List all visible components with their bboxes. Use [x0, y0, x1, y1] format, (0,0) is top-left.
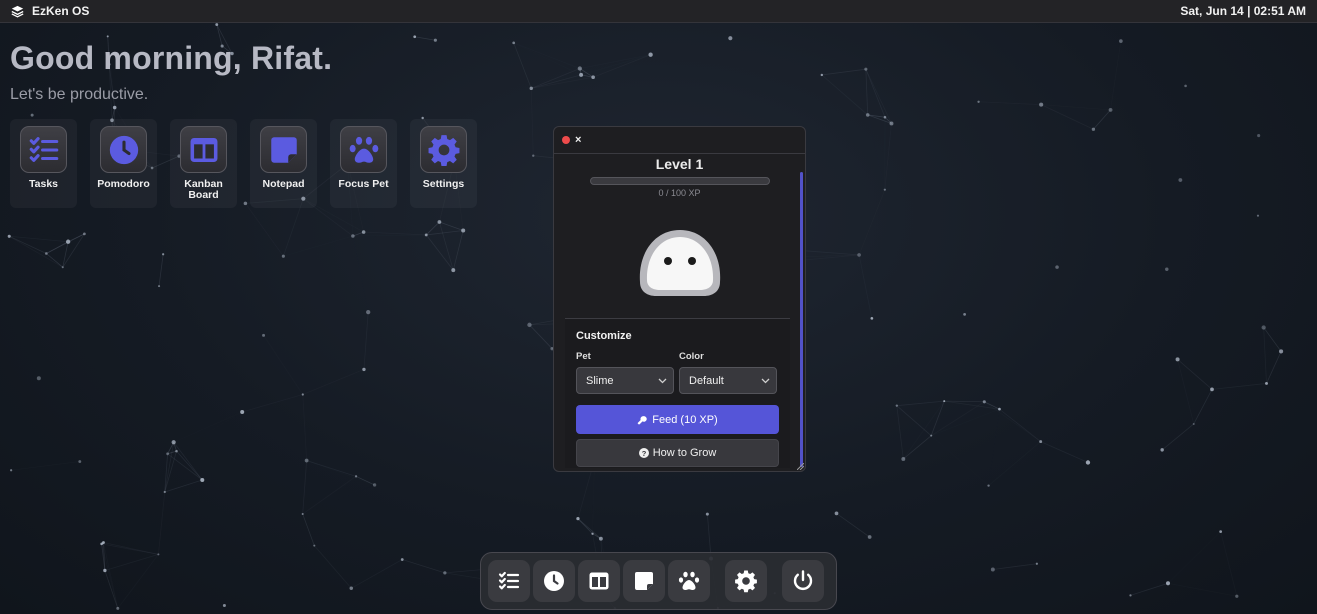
slime-pet-icon[interactable] [634, 224, 726, 298]
desktop-icons: Tasks Pomodoro Kanban Board Notepad Focu… [10, 119, 477, 208]
gear-icon [428, 134, 459, 166]
greeting: Good morning, Rifat. Let's be productive… [10, 40, 332, 104]
greeting-title: Good morning, Rifat. [10, 40, 333, 76]
desktop-icon-tasks[interactable]: Tasks [10, 119, 77, 208]
color-select-value: Default [689, 374, 724, 387]
dock-settings-button[interactable] [725, 560, 767, 602]
close-button[interactable]: × [575, 134, 581, 146]
tile [340, 126, 387, 173]
pet-level: Level 1 [655, 156, 704, 172]
resize-handle-icon[interactable] [797, 463, 804, 470]
brand[interactable]: EzKen OS [11, 4, 89, 18]
tile [100, 126, 147, 173]
tile [260, 126, 307, 173]
dock-pomodoro-button[interactable] [533, 560, 575, 602]
tile [180, 126, 227, 173]
customize-selects: Pet Slime Color Default [576, 351, 779, 394]
power-icon [793, 570, 813, 590]
dock-focus-pet-button[interactable] [668, 560, 710, 602]
paw-icon [678, 571, 700, 590]
desktop-icon-label: Kanban Board [184, 178, 223, 201]
desktop-icon-label: Focus Pet [338, 178, 389, 190]
desktop-icon-focus-pet[interactable]: Focus Pet [330, 119, 397, 208]
tasks-icon [29, 136, 58, 162]
pet-select-label: Pet [576, 351, 591, 362]
customize-title: Customize [576, 330, 632, 342]
xp-progress-bar [589, 177, 770, 185]
desktop-icon-pomodoro[interactable]: Pomodoro [90, 119, 157, 208]
close-dot-icon[interactable] [562, 136, 570, 144]
layers-icon [11, 5, 24, 18]
color-select[interactable]: Default [679, 367, 777, 394]
dock [480, 552, 837, 610]
chevron-down-icon [658, 378, 667, 383]
gear-icon [735, 570, 757, 593]
feed-button[interactable]: Feed (10 XP) [576, 405, 779, 434]
desktop-icon-label: Settings [422, 178, 465, 190]
note-icon [270, 136, 297, 163]
desktop-icon-kanban[interactable]: Kanban Board [170, 119, 237, 208]
tasks-icon [498, 571, 520, 590]
clock-icon [109, 135, 138, 164]
desktop-icon-settings[interactable]: Settings [410, 119, 477, 208]
customize-panel: Customize Pet Slime Color Default Feed (… [565, 318, 790, 468]
tile [420, 126, 467, 173]
desktop-icon-label: Pomodoro [97, 178, 150, 190]
tile [20, 126, 67, 173]
dock-kanban-button[interactable] [578, 560, 620, 602]
how-to-grow-label: How to Grow [652, 447, 717, 459]
pet-select-group: Pet Slime [576, 351, 674, 394]
drumstick-icon [637, 415, 648, 424]
desktop-icon-label: Notepad [262, 178, 305, 190]
svg-text:?: ? [641, 449, 646, 458]
dock-power-button[interactable] [782, 560, 824, 602]
desktop-icon-label: Tasks [29, 178, 58, 190]
clock-icon [544, 571, 564, 591]
pet-select-value: Slime [586, 374, 614, 387]
color-select-group: Color Default [679, 351, 777, 394]
paw-icon [349, 136, 378, 163]
pet-select[interactable]: Slime [576, 367, 674, 394]
dock-tasks-button[interactable] [488, 560, 530, 602]
datetime: Sat, Jun 14 | 02:51 AM [1180, 4, 1306, 18]
window-titlebar[interactable]: × [554, 127, 805, 154]
brand-name: EzKen OS [32, 4, 90, 18]
greeting-subtitle: Let's be productive. [10, 86, 149, 103]
feed-button-label: Feed (10 XP) [652, 413, 718, 426]
question-circle-icon: ? [638, 448, 649, 458]
dock-notepad-button[interactable] [623, 560, 665, 602]
kanban-icon [190, 137, 217, 162]
pet-display [554, 198, 805, 323]
desktop-icon-notepad[interactable]: Notepad [250, 119, 317, 208]
how-to-grow-button[interactable]: ? How to Grow [576, 439, 779, 467]
chevron-down-icon [761, 378, 770, 383]
focus-pet-window: × Level 1 0 / 100 XP Customize Pet Slime… [553, 126, 806, 472]
note-icon [635, 572, 653, 590]
color-select-label: Color [679, 351, 704, 362]
scrollbar[interactable] [800, 172, 803, 467]
top-bar: EzKen OS Sat, Jun 14 | 02:51 AM [0, 0, 1317, 23]
xp-text: 0 / 100 XP [658, 188, 701, 198]
kanban-icon [589, 572, 609, 590]
